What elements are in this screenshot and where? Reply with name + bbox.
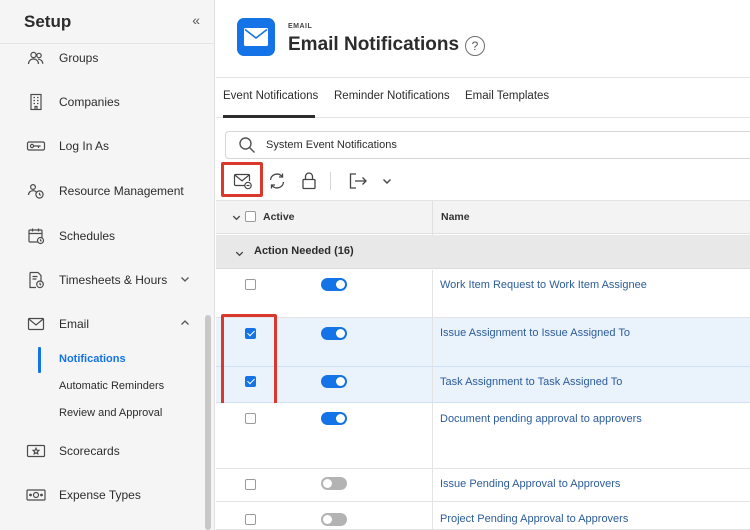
select-all-checkbox[interactable]	[245, 211, 256, 222]
sidebar-item-email[interactable]: Email	[0, 312, 205, 336]
page-header: EMAIL Email Notifications ?	[216, 0, 750, 78]
sidebar-item-expense-types[interactable]: Expense Types	[0, 483, 205, 507]
tab-email-templates[interactable]: Email Templates	[465, 90, 549, 102]
sidebar-subitem-review-and-approval[interactable]: Review and Approval	[59, 407, 162, 419]
row-checkbox[interactable]	[245, 479, 256, 490]
notification-name-link[interactable]: Issue Pending Approval to Approvers	[440, 478, 620, 490]
toolbar	[216, 162, 750, 200]
row-checkbox[interactable]	[245, 413, 256, 424]
sidebar-item-scorecards[interactable]: Scorecards	[0, 439, 205, 463]
sidebar-item-companies[interactable]: Companies	[0, 90, 205, 114]
sidebar-item-label: Timesheets & Hours	[59, 273, 168, 287]
cell-divider	[432, 502, 433, 529]
sidebar-item-label: Resource Management	[59, 184, 184, 198]
active-toggle[interactable]	[321, 375, 347, 388]
page-title: Email Notifications	[288, 34, 460, 55]
sidebar-item-label: Schedules	[59, 229, 116, 243]
active-toggle[interactable]	[321, 278, 347, 291]
scorecard-icon	[26, 441, 46, 461]
sidebar-item-label: Expense Types	[59, 488, 141, 502]
highlight-box	[221, 314, 277, 407]
sidebar-item-label: Email	[59, 317, 90, 331]
table-row[interactable]: Task Assignment to Task Assigned To	[216, 367, 750, 403]
tab-event-notifications[interactable]: Event Notifications	[223, 90, 318, 102]
help-icon[interactable]: ?	[465, 36, 485, 56]
sidebar-scrollbar[interactable]	[205, 315, 211, 530]
email-app-icon	[237, 18, 275, 56]
table-row[interactable]: Project Pending Approval to Approvers	[216, 502, 750, 530]
money-icon	[26, 485, 46, 505]
notification-name-link[interactable]: Document pending approval to approvers	[440, 413, 642, 425]
envelope-icon	[26, 314, 46, 334]
table-row[interactable]: Issue Assignment to Issue Assigned To	[216, 318, 750, 367]
table-header: Active Name	[216, 200, 750, 235]
notification-name-link[interactable]: Project Pending Approval to Approvers	[440, 513, 628, 525]
sidebar-item-timesheets-hours[interactable]: Timesheets & Hours	[0, 268, 205, 292]
collapse-sidebar-icon[interactable]: «	[192, 12, 200, 28]
active-tab-underline	[223, 115, 315, 118]
table-row[interactable]: Document pending approval to approvers	[216, 403, 750, 469]
refresh-icon[interactable]	[265, 169, 289, 193]
cell-divider	[432, 469, 433, 501]
sidebar-title: Setup	[24, 12, 72, 31]
column-divider	[432, 201, 433, 235]
search-box[interactable]	[225, 131, 750, 159]
column-header-name[interactable]: Name	[441, 211, 470, 223]
table-row[interactable]: Issue Pending Approval to Approvers	[216, 469, 750, 502]
sidebar-subitem-notifications[interactable]: Notifications	[59, 353, 126, 365]
page-kicker: EMAIL	[288, 23, 313, 30]
export-icon[interactable]	[346, 169, 370, 193]
notification-name-link[interactable]: Work Item Request to Work Item Assignee	[440, 279, 647, 291]
sidebar-item-groups[interactable]: Groups	[0, 46, 205, 70]
lock-icon[interactable]	[297, 169, 321, 193]
sidebar-item-label: Scorecards	[59, 444, 120, 458]
active-toggle[interactable]	[321, 412, 347, 425]
cell-divider	[432, 270, 433, 317]
main-content: EMAIL Email Notifications ? Event Notifi…	[216, 0, 750, 530]
sidebar-item-schedules[interactable]: Schedules	[0, 224, 205, 248]
sidebar-subitem-automatic-reminders[interactable]: Automatic Reminders	[59, 380, 164, 392]
active-toggle[interactable]	[321, 477, 347, 490]
notification-name-link[interactable]: Issue Assignment to Issue Assigned To	[440, 327, 630, 339]
row-checkbox[interactable]	[245, 514, 256, 525]
search-input[interactable]	[266, 139, 666, 151]
sidebar-item-label: Groups	[59, 51, 99, 65]
group-label: Action Needed (16)	[254, 245, 354, 257]
chevron-down-icon[interactable]	[179, 272, 191, 290]
active-toggle[interactable]	[321, 327, 347, 340]
highlight-box	[221, 162, 263, 197]
sidebar: Setup « Groups Companies Log In As Resou…	[0, 0, 215, 530]
toolbar-divider	[330, 172, 331, 190]
sidebar-item-log-in-as[interactable]: Log In As	[0, 134, 205, 158]
sidebar-item-label: Log In As	[59, 139, 110, 153]
search-icon	[238, 136, 256, 154]
group-row-action-needed[interactable]: Action Needed (16)	[216, 235, 750, 269]
active-indicator	[38, 347, 41, 373]
column-header-active[interactable]: Active	[263, 211, 295, 223]
timesheet-icon	[26, 270, 46, 290]
cell-divider	[432, 367, 433, 402]
tab-bar: Event Notifications Reminder Notificatio…	[216, 78, 750, 118]
calendar-icon	[26, 226, 46, 246]
chevron-down-icon[interactable]	[231, 210, 242, 228]
sidebar-item-resource-management[interactable]: Resource Management	[0, 179, 205, 203]
row-checkbox[interactable]	[245, 279, 256, 290]
groups-icon	[26, 48, 46, 68]
companies-icon	[26, 92, 46, 112]
chevron-up-icon[interactable]	[179, 316, 191, 334]
sidebar-header: Setup «	[0, 0, 214, 44]
cell-divider	[432, 318, 433, 366]
key-icon	[26, 136, 46, 156]
active-toggle[interactable]	[321, 513, 347, 526]
notification-name-link[interactable]: Task Assignment to Task Assigned To	[440, 376, 622, 388]
chevron-down-icon[interactable]	[234, 246, 245, 264]
tab-reminder-notifications[interactable]: Reminder Notifications	[334, 90, 450, 102]
chevron-down-icon[interactable]	[375, 169, 399, 193]
cell-divider	[432, 403, 433, 468]
table-row[interactable]: Work Item Request to Work Item Assignee	[216, 270, 750, 318]
resource-management-icon	[26, 181, 46, 201]
sidebar-item-label: Companies	[59, 95, 120, 109]
